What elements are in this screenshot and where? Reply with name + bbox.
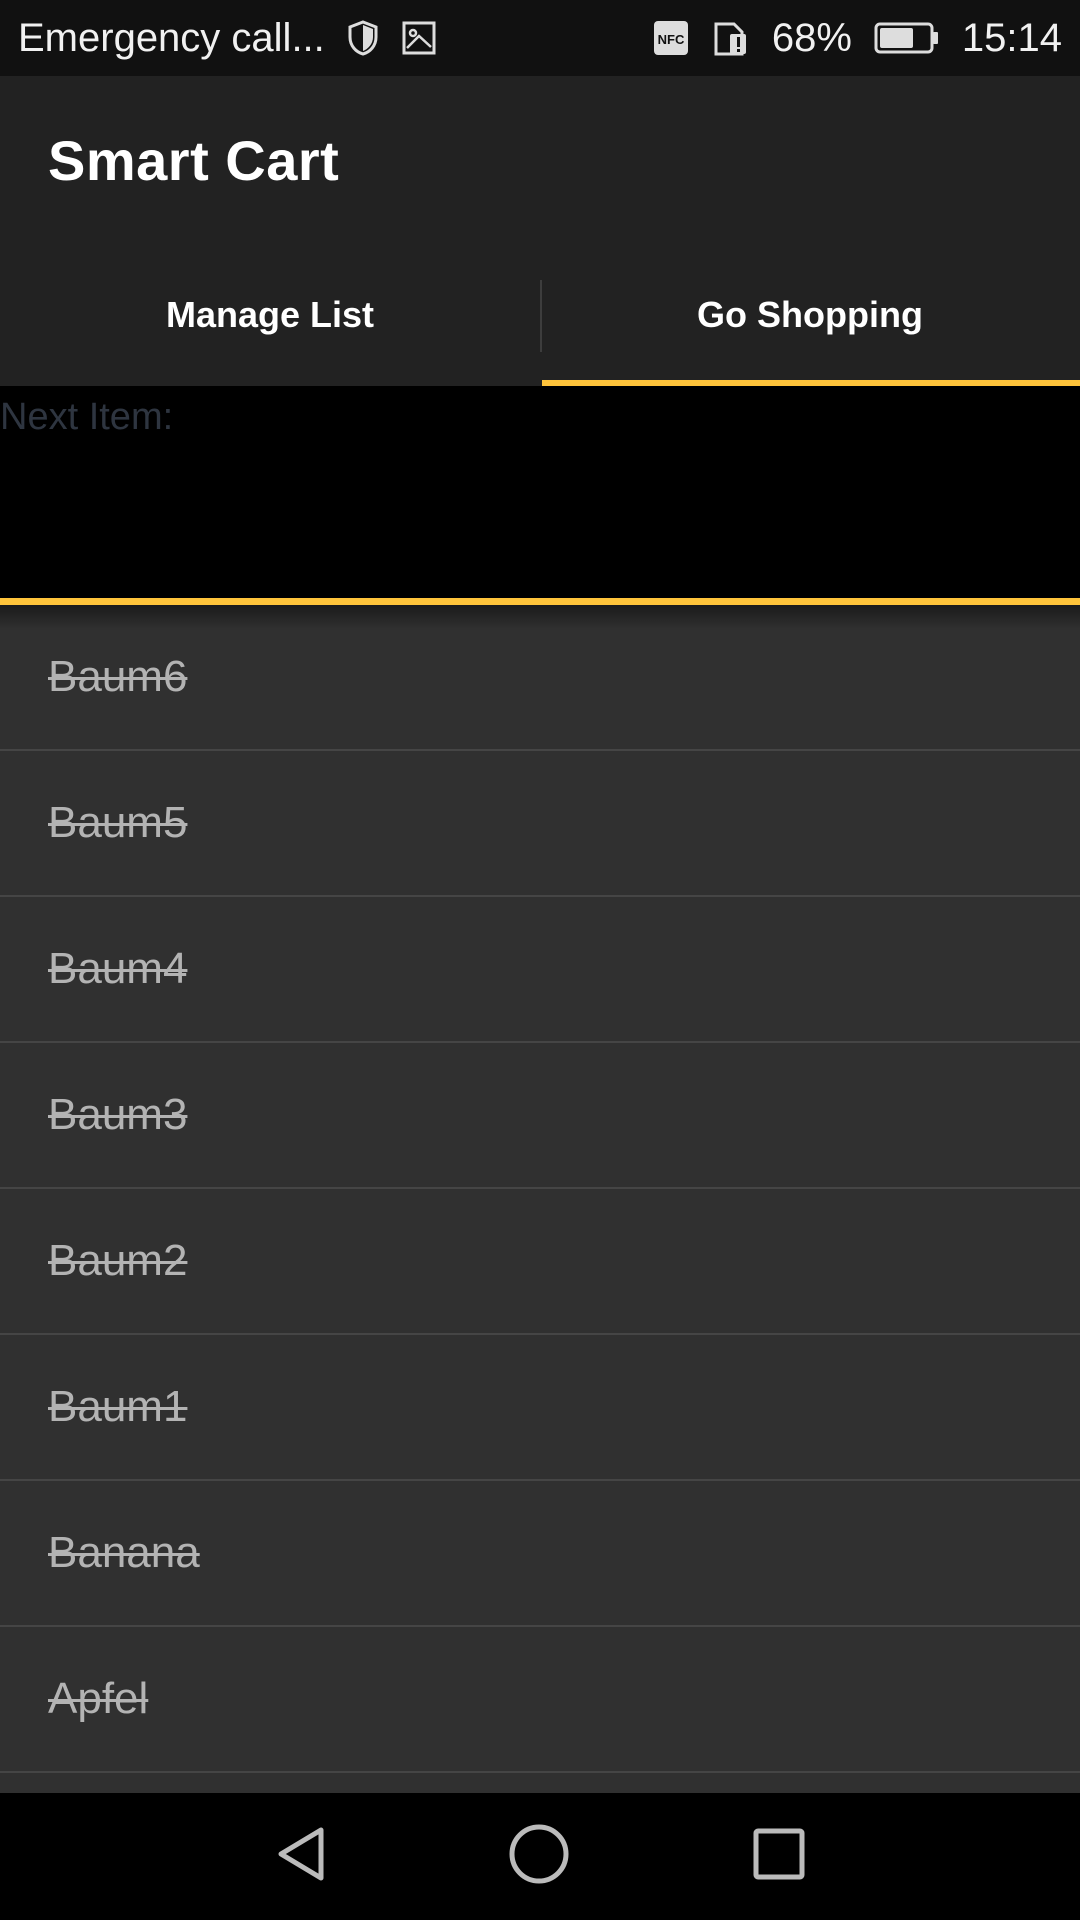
- carrier-text: Emergency call...: [18, 15, 325, 60]
- list-item-label: Baum1: [48, 1382, 188, 1431]
- list-item[interactable]: Baum1: [0, 1335, 1080, 1481]
- list-item[interactable]: Baum2: [0, 1189, 1080, 1335]
- tab-label: Manage List: [165, 294, 375, 335]
- nfc-label: NFC: [657, 32, 684, 47]
- battery-percent: 68%: [771, 15, 852, 60]
- next-item-panel: Next Item:: [0, 386, 1080, 598]
- back-button[interactable]: [268, 1823, 334, 1889]
- tab-bar: Manage List Go Shopping: [0, 244, 1080, 386]
- recents-button[interactable]: [746, 1823, 812, 1889]
- status-bar: Emergency call... NFC 68% 15:14: [0, 0, 1080, 76]
- list-item-label: Baum4: [48, 944, 188, 993]
- recents-icon: [751, 1826, 807, 1887]
- tab-go-shopping[interactable]: Go Shopping: [540, 244, 1080, 386]
- image-icon: [401, 20, 437, 56]
- nfc-icon: NFC: [652, 19, 690, 57]
- tab-label: Go Shopping: [697, 294, 923, 335]
- app-title: Smart Cart: [48, 129, 340, 192]
- shopping-list[interactable]: Baum6 Baum5 Baum4 Baum3 Baum2 Baum1 Bana…: [0, 605, 1080, 1793]
- list-shadow: [0, 605, 1080, 629]
- shield-icon: [347, 20, 379, 56]
- list-item-label: Baum6: [48, 652, 188, 701]
- home-icon: [508, 1823, 570, 1890]
- list-item-label: Banana: [48, 1528, 200, 1577]
- list-item-label: Apfel: [48, 1674, 149, 1723]
- list-item-label: Baum5: [48, 798, 188, 847]
- list-item-label: Baum2: [48, 1236, 188, 1285]
- list-item[interactable]: Baum3: [0, 1043, 1080, 1189]
- list-item[interactable]: Baum4: [0, 897, 1080, 1043]
- back-icon: [273, 1824, 329, 1889]
- next-item-underline: [0, 598, 1080, 605]
- app-bar: Smart Cart: [0, 76, 1080, 244]
- tab-manage-list[interactable]: Manage List: [0, 244, 540, 386]
- navigation-bar: [0, 1793, 1080, 1920]
- battery-icon: [874, 21, 940, 55]
- list-item-label: Baum3: [48, 1090, 188, 1139]
- next-item-label: Next Item:: [0, 396, 174, 438]
- clock: 15:14: [961, 15, 1062, 60]
- list-item[interactable]: Baum5: [0, 751, 1080, 897]
- list-item[interactable]: Banana: [0, 1481, 1080, 1627]
- sim-alert-icon: [712, 18, 750, 58]
- home-button[interactable]: [506, 1823, 572, 1889]
- list-item[interactable]: Apfel: [0, 1627, 1080, 1773]
